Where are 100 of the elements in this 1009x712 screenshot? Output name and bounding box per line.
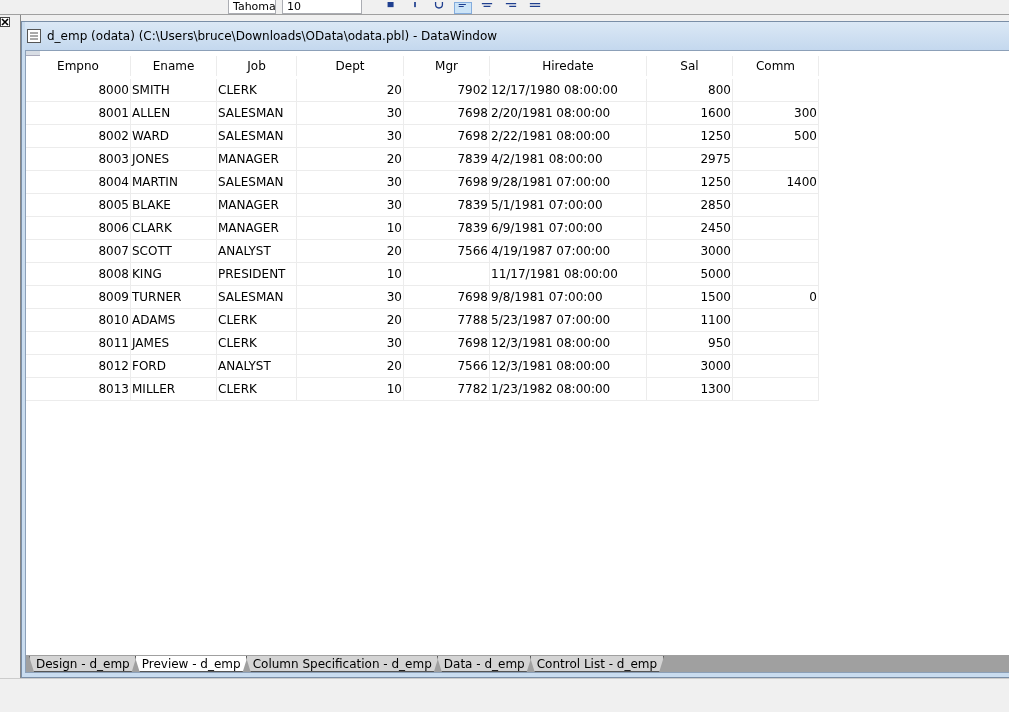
column-header: Dept	[297, 56, 404, 76]
view-tab[interactable]: Preview - d_emp	[134, 656, 248, 672]
table-cell: 2/22/1981 08:00:00	[490, 125, 647, 148]
table-cell: ANALYST	[217, 240, 297, 263]
table-cell: 4/2/1981 08:00:00	[490, 148, 647, 171]
view-tab[interactable]: Column Specification - d_emp	[245, 656, 439, 672]
table-cell: PRESIDENT	[217, 263, 297, 286]
table-cell: TURNER	[131, 286, 217, 309]
table-cell: 8006	[26, 217, 131, 240]
table-cell: 8012	[26, 355, 131, 378]
table-cell: KING	[131, 263, 217, 286]
table-cell: MANAGER	[217, 217, 297, 240]
table-cell: 7902	[404, 79, 490, 102]
table-cell: 8003	[26, 148, 131, 171]
table-cell: MARTIN	[131, 171, 217, 194]
table-cell: 8001	[26, 102, 131, 125]
column-header: Mgr	[404, 56, 490, 76]
table-cell: 1300	[647, 378, 733, 401]
table-cell: 2850	[647, 194, 733, 217]
table-cell: 20	[297, 79, 404, 102]
table-cell: 8010	[26, 309, 131, 332]
table-cell: SMITH	[131, 79, 217, 102]
table-cell: 1250	[647, 125, 733, 148]
table-cell: 7698	[404, 171, 490, 194]
table-cell: 0	[733, 286, 819, 309]
table-cell: CLERK	[217, 378, 297, 401]
table-cell: 2975	[647, 148, 733, 171]
table-cell: FORD	[131, 355, 217, 378]
ruler-bar	[26, 51, 40, 56]
table-cell: 8004	[26, 171, 131, 194]
close-icon	[1, 18, 9, 26]
document-icon	[27, 29, 41, 43]
table-cell: 1250	[647, 171, 733, 194]
font-name-field[interactable]: Tahoma	[228, 0, 276, 14]
close-button[interactable]	[0, 17, 10, 27]
table-cell: 6/9/1981 07:00:00	[490, 217, 647, 240]
table-cell: MILLER	[131, 378, 217, 401]
table-cell: CLERK	[217, 309, 297, 332]
column-header: Empno	[26, 56, 131, 76]
table-cell: 7839	[404, 194, 490, 217]
table-cell: 7839	[404, 217, 490, 240]
table-cell: 5/1/1981 07:00:00	[490, 194, 647, 217]
table-cell: 8002	[26, 125, 131, 148]
window-title: d_emp (odata) (C:\Users\bruce\Downloads\OData\odata.pbl) - DataWindow	[47, 29, 498, 43]
table-cell: MANAGER	[217, 148, 297, 171]
table-cell: 30	[297, 332, 404, 355]
table-cell: 950	[647, 332, 733, 355]
table-cell: 4/19/1987 07:00:00	[490, 240, 647, 263]
table-cell: CLERK	[217, 332, 297, 355]
table-cell: 8009	[26, 286, 131, 309]
column-header: Ename	[131, 56, 217, 76]
table-cell: 3000	[647, 355, 733, 378]
table-cell: MANAGER	[217, 194, 297, 217]
view-tab[interactable]: Data - d_emp	[436, 656, 532, 672]
table-cell: CLERK	[217, 79, 297, 102]
table-cell: 500	[733, 125, 819, 148]
table-cell: 7698	[404, 286, 490, 309]
table-cell: 2/20/1981 08:00:00	[490, 102, 647, 125]
font-size-field[interactable]: 10	[282, 0, 362, 14]
table-cell: WARD	[131, 125, 217, 148]
table-cell: 7698	[404, 102, 490, 125]
table-cell: 800	[647, 79, 733, 102]
table-cell: SALESMAN	[217, 286, 297, 309]
view-tab[interactable]: Design - d_emp	[29, 656, 137, 672]
table-cell: 7782	[404, 378, 490, 401]
table-cell: BLAKE	[131, 194, 217, 217]
table-cell: ANALYST	[217, 355, 297, 378]
table-cell: JAMES	[131, 332, 217, 355]
table-cell: 8011	[26, 332, 131, 355]
table-cell: 7566	[404, 355, 490, 378]
table-cell: 3000	[647, 240, 733, 263]
table-cell: 1/23/1982 08:00:00	[490, 378, 647, 401]
table-cell: 10	[297, 378, 404, 401]
table-cell: 9/28/1981 07:00:00	[490, 171, 647, 194]
table-cell: 8007	[26, 240, 131, 263]
table-cell: SCOTT	[131, 240, 217, 263]
table-cell: 30	[297, 194, 404, 217]
table-cell: 1500	[647, 286, 733, 309]
table-cell: 20	[297, 309, 404, 332]
table-cell: 7788	[404, 309, 490, 332]
view-tab[interactable]: Control List - d_emp	[529, 656, 665, 672]
table-cell: 8005	[26, 194, 131, 217]
table-cell: 7839	[404, 148, 490, 171]
table-cell: CLARK	[131, 217, 217, 240]
table-cell: 30	[297, 102, 404, 125]
table-cell: 1600	[647, 102, 733, 125]
table-cell: 20	[297, 148, 404, 171]
align-left-icon[interactable]	[454, 2, 472, 14]
table-cell: 300	[733, 102, 819, 125]
column-header: Sal	[647, 56, 733, 76]
table-cell: 12/3/1981 08:00:00	[490, 355, 647, 378]
table-cell: 1400	[733, 171, 819, 194]
table-cell: 12/17/1980 08:00:00	[490, 79, 647, 102]
table-cell: 7566	[404, 240, 490, 263]
table-cell: 9/8/1981 07:00:00	[490, 286, 647, 309]
table-cell: 30	[297, 125, 404, 148]
table-cell: 8000	[26, 79, 131, 102]
table-cell: 5/23/1987 07:00:00	[490, 309, 647, 332]
table-cell: 8013	[26, 378, 131, 401]
table-cell: 7698	[404, 332, 490, 355]
